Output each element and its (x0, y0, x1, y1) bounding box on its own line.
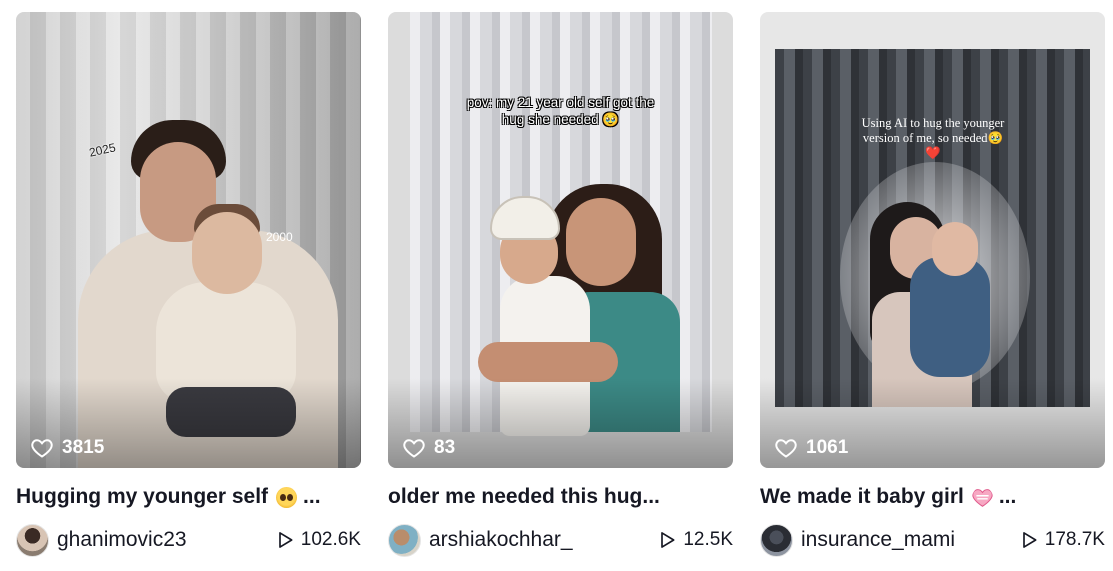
author-link[interactable]: ghanimovic23 (16, 523, 187, 557)
video-thumbnail[interactable]: 2025 2000 3815 (16, 12, 361, 468)
heart-outline-icon (31, 439, 53, 458)
like-count-value: 83 (434, 437, 456, 458)
overlay-caption: Using AI to hug the younger version of m… (861, 116, 1005, 160)
view-count-value: 178.7K (1044, 529, 1105, 550)
avatar[interactable] (16, 523, 49, 557)
like-count-value: 3815 (62, 437, 105, 458)
play-outline-icon (1022, 532, 1037, 548)
view-count-value: 12.5K (683, 529, 733, 550)
video-meta: insurance_mami 178.7K (760, 523, 1105, 557)
overlay-caption: pov: my 21 year old self got the hug she… (466, 95, 655, 127)
like-count: 1061 (774, 436, 848, 460)
heart-outline-icon (403, 439, 425, 458)
like-count-value: 1061 (806, 437, 849, 458)
author-name[interactable]: insurance_mami (801, 528, 955, 552)
view-count: 178.7K (1019, 529, 1105, 551)
video-thumbnail[interactable]: pov: my 21 year old self got the hug she… (388, 12, 733, 468)
video-title[interactable]: We made it baby girl ... (760, 482, 1105, 512)
video-title[interactable]: older me needed this hug... (388, 482, 733, 512)
author-link[interactable]: arshiakochhar_ (388, 523, 573, 557)
like-count: 3815 (30, 436, 104, 460)
title-ellipsis: ... (303, 485, 321, 508)
thumbnail-figure (932, 222, 978, 276)
video-meta: ghanimovic23 102.6K (16, 523, 361, 557)
avatar[interactable] (388, 523, 421, 557)
overlay-year-label: 2000 (266, 230, 293, 244)
view-count: 12.5K (657, 529, 733, 551)
video-title[interactable]: Hugging my younger self ... (16, 482, 361, 512)
pleading-face-emoji-icon (276, 486, 298, 508)
video-meta: arshiakochhar_ 12.5K (388, 523, 733, 557)
author-link[interactable]: insurance_mami (760, 523, 955, 557)
play-outline-icon (278, 532, 293, 548)
author-name[interactable]: arshiakochhar_ (429, 528, 573, 552)
thumbnail-figure (566, 198, 636, 286)
view-count: 102.6K (275, 529, 361, 551)
video-thumbnail[interactable]: Using AI to hug the younger version of m… (760, 12, 1105, 468)
video-title-text: older me needed this hug... (388, 485, 660, 508)
author-name[interactable]: ghanimovic23 (57, 528, 187, 552)
thumbnail-figure (478, 342, 618, 382)
video-card[interactable]: Using AI to hug the younger version of m… (760, 12, 1105, 557)
thumbnail-figure (192, 212, 262, 294)
heart-outline-icon (775, 439, 797, 458)
avatar[interactable] (760, 523, 793, 557)
title-ellipsis: ... (998, 485, 1017, 508)
video-card[interactable]: 2025 2000 3815 Hugging my younger self .… (16, 12, 361, 557)
heart-emoji-icon (972, 488, 993, 507)
video-card[interactable]: pov: my 21 year old self got the hug she… (388, 12, 733, 557)
video-title-text: Hugging my younger self (16, 485, 269, 508)
play-outline-icon (661, 532, 675, 548)
video-title-text: We made it baby girl (760, 485, 964, 508)
view-count-value: 102.6K (300, 529, 361, 550)
like-count: 83 (402, 436, 455, 460)
